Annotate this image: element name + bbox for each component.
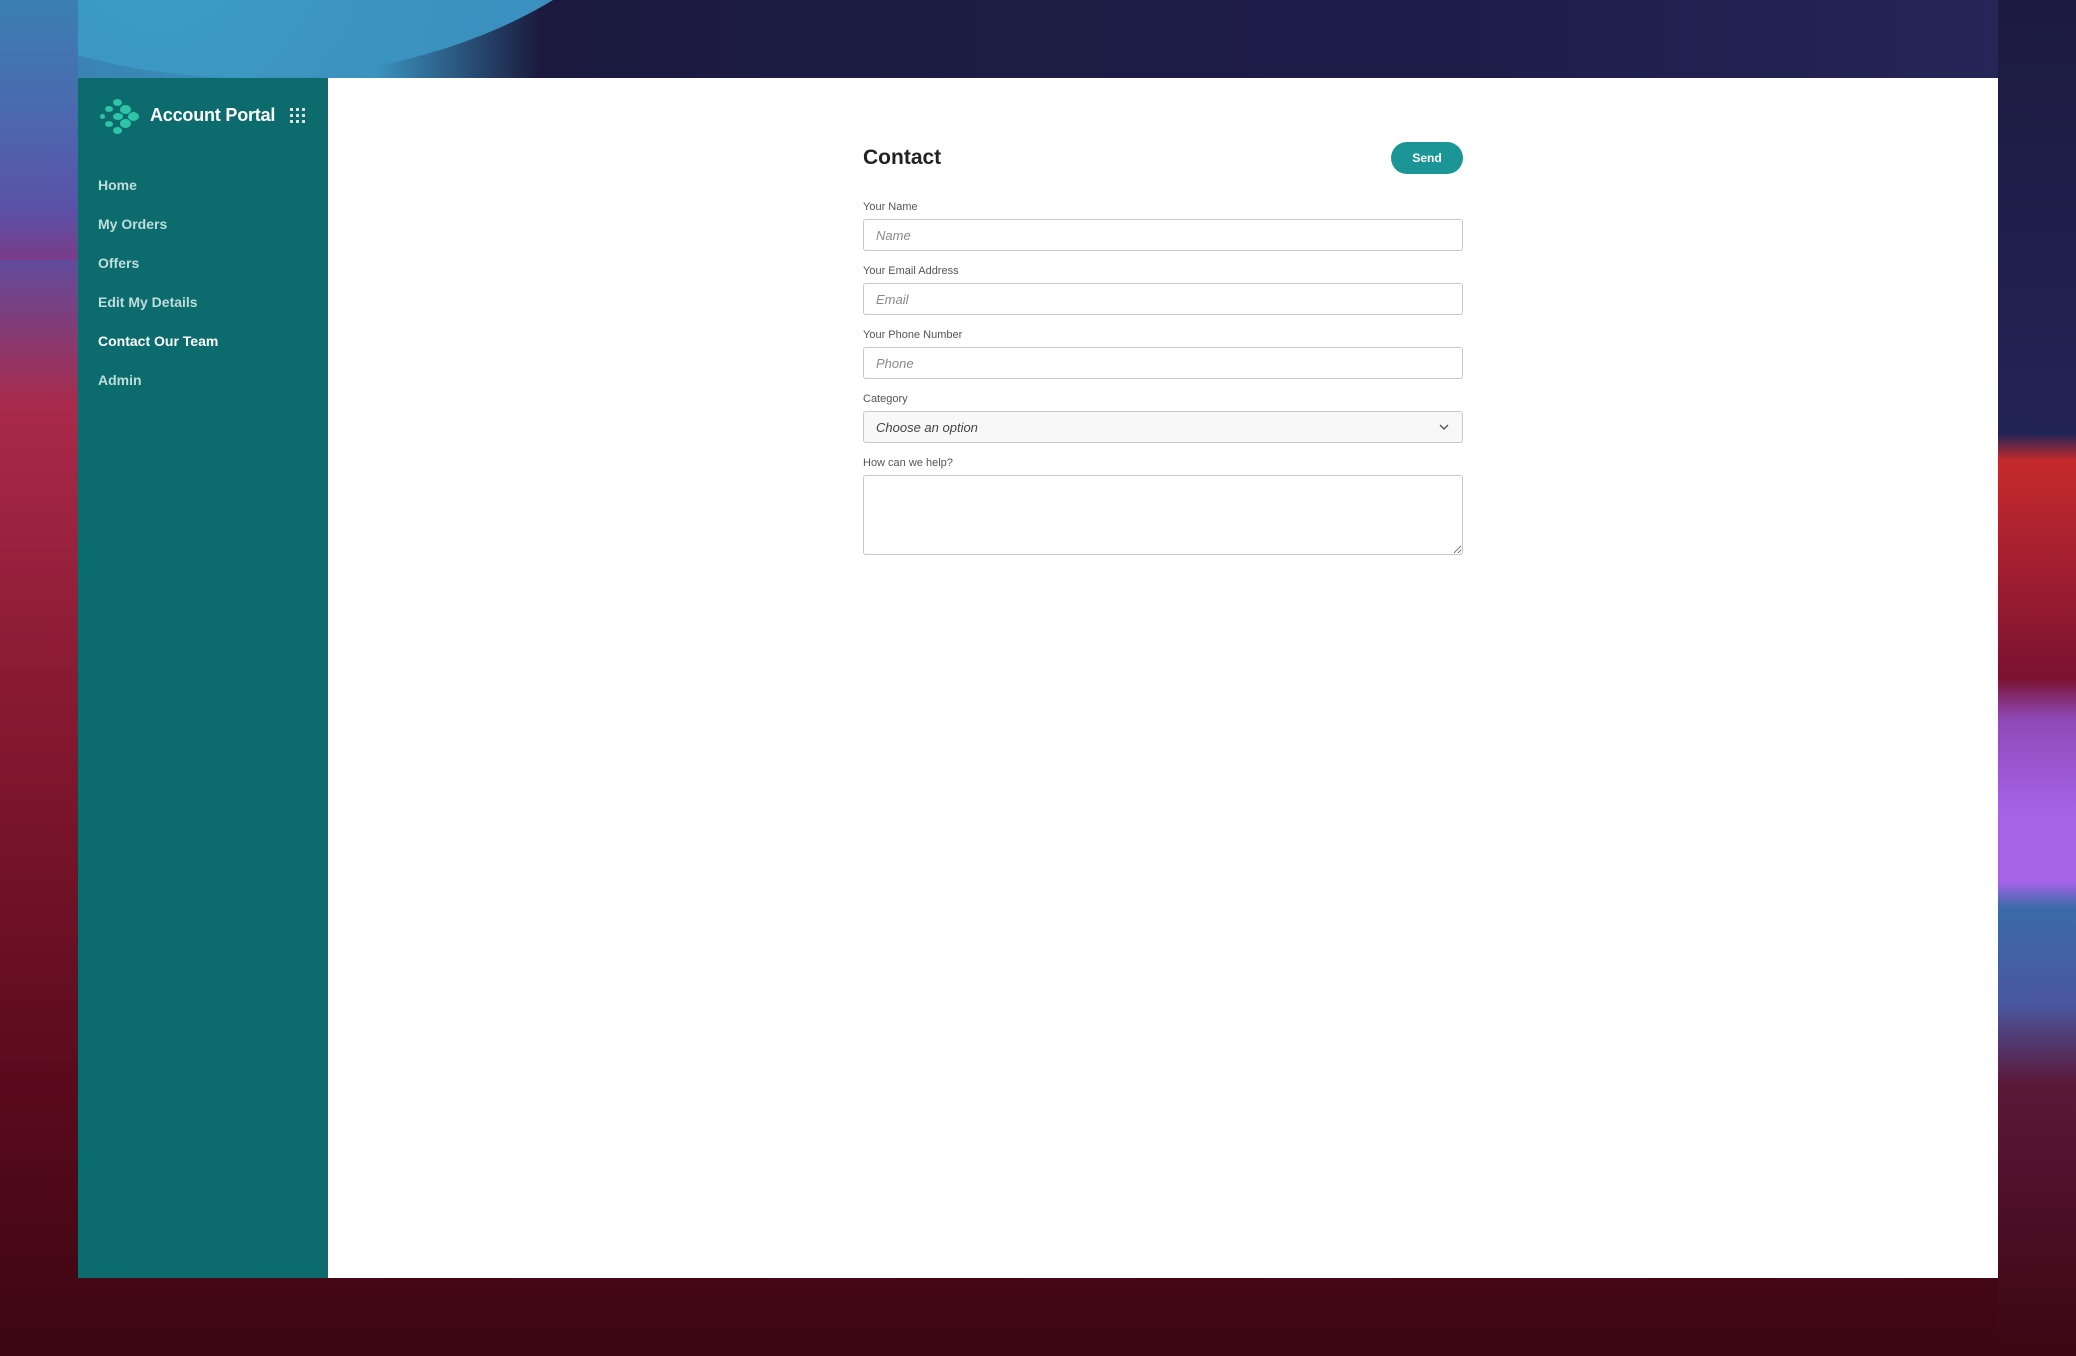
sidebar-item-admin[interactable]: Admin [98, 361, 218, 400]
category-selected-value: Choose an option [876, 419, 978, 435]
page-title: Contact [863, 146, 942, 169]
category-field-group: Category Choose an option [863, 391, 1463, 443]
send-button[interactable]: Send [1391, 142, 1463, 174]
name-label: Your Name [863, 201, 918, 213]
logo-icon [98, 95, 140, 135]
form-header: Contact Send [863, 142, 1463, 174]
name-input[interactable] [863, 219, 1463, 251]
phone-field-group: Your Phone Number [863, 327, 1463, 379]
message-field-group: How can we help? [863, 455, 1463, 555]
category-label: Category [863, 393, 908, 405]
desktop-wallpaper-right [1998, 0, 2076, 1356]
desktop-wallpaper-left [0, 0, 78, 260]
message-label: How can we help? [863, 457, 953, 469]
name-field-group: Your Name [863, 199, 1463, 251]
chevron-down-icon [1439, 424, 1449, 430]
grid-icon[interactable] [290, 108, 306, 124]
sidebar-nav: Home My Orders Offers Edit My Details Co… [98, 166, 218, 400]
brand[interactable]: Account Portal [98, 95, 318, 135]
email-field-group: Your Email Address [863, 263, 1463, 315]
sidebar-item-my-orders[interactable]: My Orders [98, 205, 218, 244]
sidebar-item-offers[interactable]: Offers [98, 244, 218, 283]
app-title: Account Portal [150, 104, 276, 125]
sidebar-item-edit-my-details[interactable]: Edit My Details [98, 283, 218, 322]
contact-form: Contact Send Your Name Your Email Addres… [863, 142, 1463, 555]
sidebar: Account Portal Home My Orders Offers Edi… [78, 78, 328, 1278]
main-content: Contact Send Your Name Your Email Addres… [328, 78, 1998, 1278]
category-select[interactable]: Choose an option [863, 411, 1463, 443]
phone-label: Your Phone Number [863, 329, 963, 341]
sidebar-item-contact-our-team[interactable]: Contact Our Team [98, 322, 218, 361]
email-input[interactable] [863, 283, 1463, 315]
email-label: Your Email Address [863, 265, 959, 277]
message-textarea[interactable] [863, 475, 1463, 555]
app-window: Account Portal Home My Orders Offers Edi… [78, 78, 1998, 1278]
sidebar-item-home[interactable]: Home [98, 166, 218, 205]
phone-input[interactable] [863, 347, 1463, 379]
